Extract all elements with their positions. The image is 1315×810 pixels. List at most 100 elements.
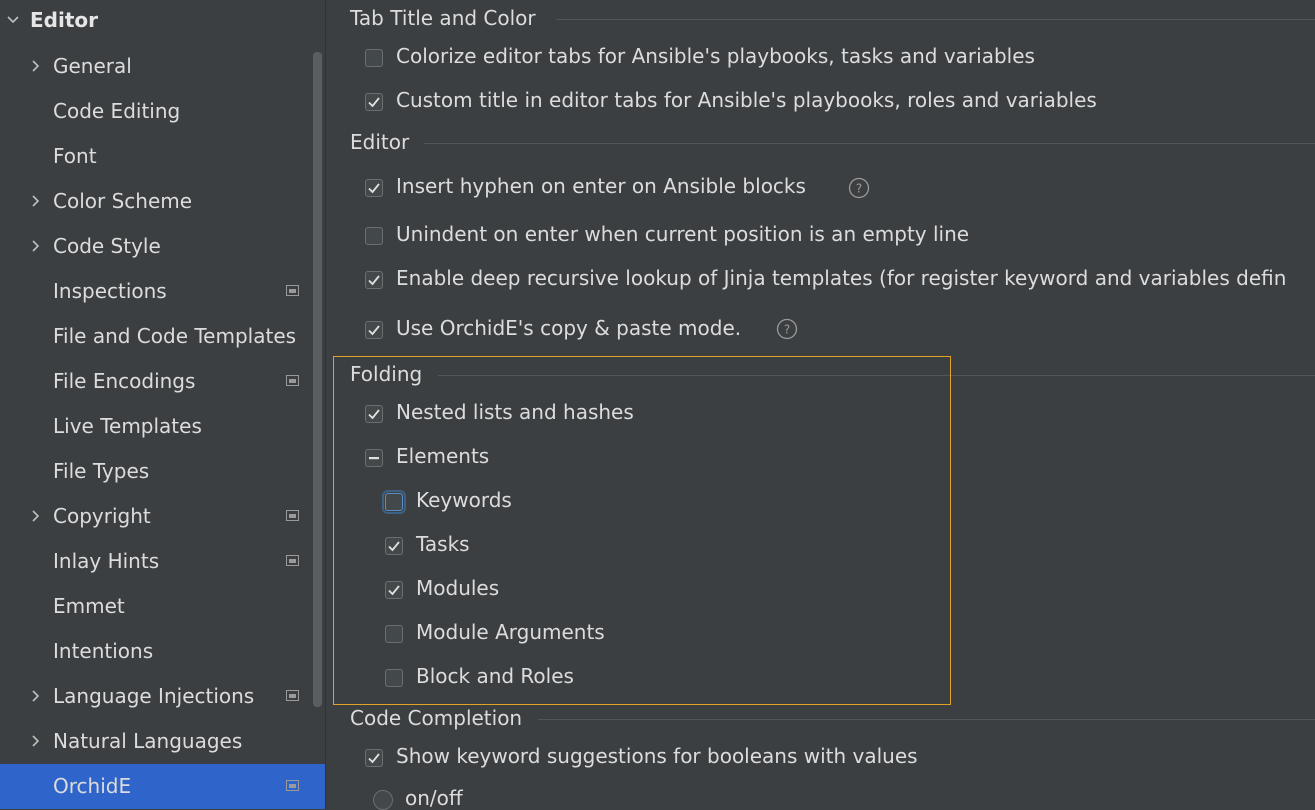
sidebar-item-inlay-hints[interactable]: Inlay Hints bbox=[0, 539, 325, 584]
section-title-tab-title: Tab Title and Color bbox=[350, 6, 546, 30]
checkmark-icon bbox=[368, 275, 380, 286]
sidebar-item-file-types[interactable]: File Types bbox=[0, 449, 325, 494]
show-keyword-label: Show keyword suggestions for booleans wi… bbox=[396, 744, 918, 768]
sidebar-item-label: OrchidE bbox=[53, 774, 132, 798]
project-settings-icon bbox=[286, 780, 299, 791]
nested-lists-label: Nested lists and hashes bbox=[396, 400, 634, 424]
section-title-folding: Folding bbox=[350, 362, 433, 386]
sidebar-item-inspections[interactable]: Inspections bbox=[0, 269, 325, 314]
sidebar-item-code-style[interactable]: Code Style bbox=[0, 224, 325, 269]
sidebar-item-label: Intentions bbox=[53, 639, 154, 663]
keywords-label: Keywords bbox=[416, 488, 512, 512]
show-keyword-checkbox[interactable] bbox=[365, 749, 383, 767]
chevron-right-icon[interactable] bbox=[28, 688, 44, 704]
sidebar-item-label: File Types bbox=[53, 459, 150, 483]
chevron-right-icon[interactable] bbox=[28, 58, 44, 74]
sidebar-scrollbar[interactable] bbox=[313, 52, 322, 707]
tasks-checkbox[interactable] bbox=[385, 537, 403, 555]
help-icon[interactable]: ? bbox=[776, 318, 798, 340]
copy-paste-checkbox[interactable] bbox=[365, 321, 383, 339]
tree-node-label: Editor bbox=[30, 8, 98, 32]
chevron-right-icon[interactable] bbox=[28, 733, 44, 749]
block-roles-checkbox[interactable] bbox=[385, 669, 403, 687]
checkmark-icon bbox=[368, 183, 380, 194]
sidebar-item-live-templates[interactable]: Live Templates bbox=[0, 404, 325, 449]
sidebar-item-font[interactable]: Font bbox=[0, 134, 325, 179]
indeterminate-icon bbox=[369, 457, 379, 460]
sidebar-item-emmet[interactable]: Emmet bbox=[0, 584, 325, 629]
chevron-right-icon[interactable] bbox=[28, 193, 44, 209]
elements-label: Elements bbox=[396, 444, 490, 468]
sidebar-item-label: File and Code Templates bbox=[53, 324, 297, 348]
checkmark-icon bbox=[368, 97, 380, 108]
sidebar-item-orchide[interactable]: OrchidE bbox=[0, 764, 325, 809]
onoff-label: on/off bbox=[405, 786, 463, 810]
sidebar-item-color-scheme[interactable]: Color Scheme bbox=[0, 179, 325, 224]
copy-paste-label: Use OrchidE's copy & paste mode. bbox=[396, 316, 742, 340]
colorize-tabs-checkbox[interactable] bbox=[365, 49, 383, 67]
tasks-label: Tasks bbox=[416, 532, 470, 556]
section-title-code-completion: Code Completion bbox=[350, 706, 533, 730]
insert-hyphen-label: Insert hyphen on enter on Ansible blocks bbox=[396, 174, 806, 198]
project-settings-icon bbox=[286, 555, 299, 566]
sidebar-item-label: File Encodings bbox=[53, 369, 196, 393]
sidebar-item-label: Inspections bbox=[53, 279, 167, 303]
checkmark-icon bbox=[368, 753, 380, 764]
svg-text:?: ? bbox=[856, 182, 862, 196]
checkmark-icon bbox=[368, 409, 380, 420]
sidebar-item-label: Copyright bbox=[53, 504, 151, 528]
chevron-down-icon[interactable] bbox=[5, 12, 21, 28]
sidebar-item-label: Code Style bbox=[53, 234, 161, 258]
sidebar-item-label: Emmet bbox=[53, 594, 125, 618]
unindent-label: Unindent on enter when current position … bbox=[396, 222, 970, 246]
separator bbox=[538, 719, 1315, 720]
module-arguments-label: Module Arguments bbox=[416, 620, 605, 644]
sidebar-item-code-editing[interactable]: Code Editing bbox=[0, 89, 325, 134]
block-roles-label: Block and Roles bbox=[416, 664, 574, 688]
sidebar-item-label: Color Scheme bbox=[53, 189, 193, 213]
settings-sidebar: Editor General Code Editing Font Color Sche… bbox=[0, 0, 325, 810]
onoff-radio[interactable] bbox=[373, 790, 393, 810]
modules-checkbox[interactable] bbox=[385, 581, 403, 599]
deep-lookup-checkbox[interactable] bbox=[365, 271, 383, 289]
sidebar-item-label: General bbox=[53, 54, 132, 78]
chevron-right-icon[interactable] bbox=[28, 508, 44, 524]
project-settings-icon bbox=[286, 510, 299, 521]
sidebar-item-label: Live Templates bbox=[53, 414, 202, 438]
sidebar-item-intentions[interactable]: Intentions bbox=[0, 629, 325, 674]
svg-text:?: ? bbox=[784, 323, 790, 337]
colorize-tabs-label: Colorize editor tabs for Ansible's playb… bbox=[396, 44, 1035, 68]
sidebar-item-copyright[interactable]: Copyright bbox=[0, 494, 325, 539]
unindent-checkbox[interactable] bbox=[365, 227, 383, 245]
separator bbox=[438, 375, 1315, 376]
sidebar-item-file-and-code-templates[interactable]: File and Code Templates bbox=[0, 314, 325, 359]
nested-lists-checkbox[interactable] bbox=[365, 405, 383, 423]
project-settings-icon bbox=[286, 690, 299, 701]
module-arguments-checkbox[interactable] bbox=[385, 625, 403, 643]
project-settings-icon bbox=[286, 375, 299, 386]
sidebar-item-general[interactable]: General bbox=[0, 44, 325, 89]
tree-node-editor[interactable]: Editor bbox=[0, 0, 325, 42]
checkmark-icon bbox=[388, 585, 400, 596]
deep-lookup-label: Enable deep recursive lookup of Jinja te… bbox=[396, 266, 1287, 290]
project-settings-icon bbox=[286, 285, 299, 296]
chevron-right-icon[interactable] bbox=[28, 238, 44, 254]
modules-label: Modules bbox=[416, 576, 500, 600]
sidebar-item-label: Font bbox=[53, 144, 97, 168]
elements-checkbox[interactable] bbox=[365, 449, 383, 467]
sidebar-item-label: Natural Languages bbox=[53, 729, 243, 753]
sidebar-item-label: Language Injections bbox=[53, 684, 255, 708]
sidebar-item-label: Code Editing bbox=[53, 99, 181, 123]
keywords-checkbox[interactable] bbox=[382, 490, 406, 514]
help-icon[interactable]: ? bbox=[848, 177, 870, 199]
separator bbox=[424, 143, 1315, 144]
insert-hyphen-checkbox[interactable] bbox=[365, 179, 383, 197]
settings-content: Tab Title and Color Colorize editor tabs… bbox=[326, 0, 1315, 810]
custom-title-checkbox[interactable] bbox=[365, 93, 383, 111]
section-title-editor: Editor bbox=[350, 130, 420, 154]
sidebar-item-label: Inlay Hints bbox=[53, 549, 160, 573]
sidebar-item-file-encodings[interactable]: File Encodings bbox=[0, 359, 325, 404]
separator bbox=[556, 19, 1315, 20]
sidebar-item-natural-languages[interactable]: Natural Languages bbox=[0, 719, 325, 764]
sidebar-item-language-injections[interactable]: Language Injections bbox=[0, 674, 325, 719]
